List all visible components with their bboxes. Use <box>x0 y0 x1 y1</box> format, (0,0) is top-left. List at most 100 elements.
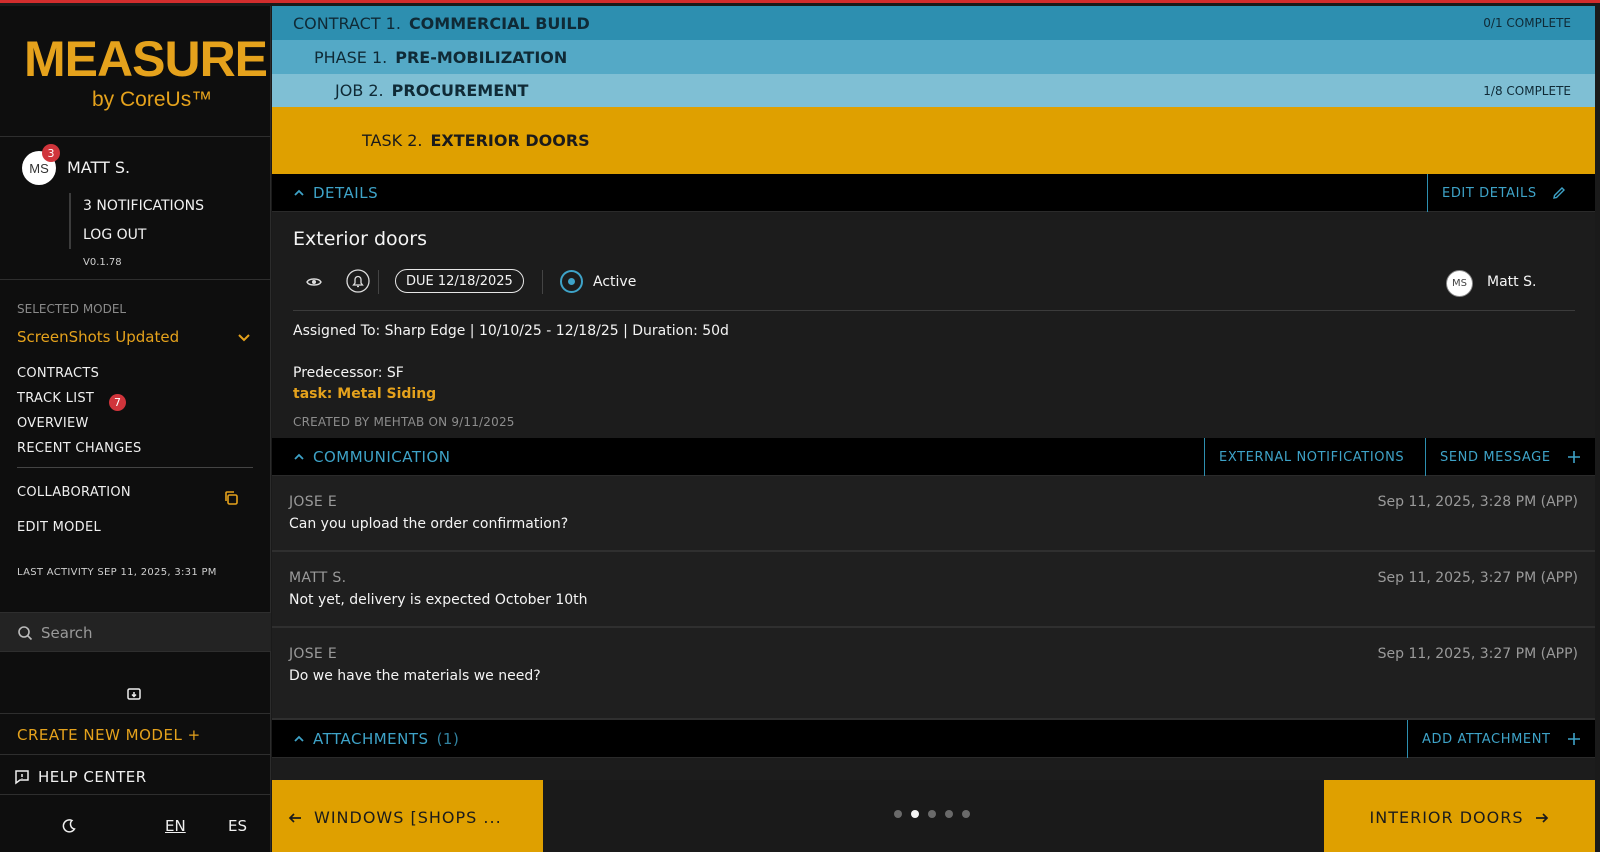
assignee-name: Matt S. <box>1487 274 1537 290</box>
export-icon[interactable] <box>126 686 142 702</box>
divider <box>0 713 271 714</box>
message-author: MATT S. <box>289 570 347 586</box>
pager-dot[interactable] <box>894 810 902 818</box>
add-attachment-button[interactable]: ADD ATTACHMENT <box>1407 720 1595 758</box>
last-activity: LAST ACTIVITY SEP 11, 2025, 3:31 PM <box>17 567 217 578</box>
nav-recent-changes[interactable]: RECENT CHANGES <box>17 441 142 456</box>
pager-dot-active[interactable] <box>911 810 919 818</box>
message-item[interactable]: MATT S. Sep 11, 2025, 3:27 PM (APP) Not … <box>272 552 1595 628</box>
previous-task-button[interactable]: WINDOWS [SHOPS ... <box>272 780 543 852</box>
next-task-button[interactable]: INTERIOR DOORS <box>1324 780 1595 852</box>
message-text: Not yet, delivery is expected October 10… <box>289 592 588 608</box>
edit-details-button[interactable]: EDIT DETAILS <box>1427 174 1595 212</box>
logo-byline: by CoreUs™ <box>92 88 213 111</box>
assigned-info: Assigned To: Sharp Edge | 10/10/25 - 12/… <box>293 323 729 339</box>
eye-icon[interactable] <box>306 274 322 290</box>
sidebar: MEASURE by CoreUs™ MS 3 MATT S. 3 NOTIFI… <box>0 6 271 852</box>
message-item[interactable]: JOSE E Sep 11, 2025, 3:27 PM (APP) Do we… <box>272 628 1595 720</box>
pager-dot[interactable] <box>928 810 936 818</box>
message-text: Do we have the materials we need? <box>289 668 541 684</box>
status-label: Active <box>593 274 637 290</box>
create-model-button[interactable]: CREATE NEW MODEL + <box>17 726 201 744</box>
chevron-up-icon <box>294 735 304 742</box>
nav-contracts[interactable]: CONTRACTS <box>17 366 99 381</box>
lang-es-button[interactable]: ES <box>228 817 247 835</box>
message-time: Sep 11, 2025, 3:27 PM (APP) <box>1377 646 1578 662</box>
attachments-toggle[interactable]: ATTACHMENTS (1) <box>293 730 459 748</box>
selected-model-value[interactable]: ScreenShots Updated <box>17 328 179 346</box>
nav-track-list[interactable]: TRACK LIST <box>17 391 94 406</box>
nav-collaboration[interactable]: COLLABORATION <box>17 485 131 500</box>
message-item[interactable]: JOSE E Sep 11, 2025, 3:28 PM (APP) Can y… <box>272 476 1595 552</box>
external-notifications-button[interactable]: EXTERNAL NOTIFICATIONS <box>1204 438 1425 476</box>
contract-status: 0/1 COMPLETE <box>1483 16 1571 30</box>
divider <box>542 270 543 294</box>
divider <box>0 794 271 795</box>
message-text: Can you upload the order confirmation? <box>289 516 569 532</box>
notification-badge: 3 <box>42 144 60 162</box>
next-task-label: INTERIOR DOORS <box>1369 808 1524 827</box>
nav-edit-model[interactable]: EDIT MODEL <box>17 520 101 535</box>
copy-icon[interactable] <box>223 490 239 506</box>
predecessor-task-link[interactable]: task: Metal Siding <box>293 386 436 402</box>
task-pager: WINDOWS [SHOPS ... INTERIOR DOORS <box>272 780 1595 852</box>
help-chat-icon <box>15 770 29 785</box>
details-toggle[interactable]: DETAILS <box>293 184 378 202</box>
logout-link[interactable]: LOG OUT <box>83 227 146 243</box>
breadcrumb-phase[interactable]: PHASE 1. PRE-MOBILIZATION <box>272 40 1595 74</box>
divider <box>0 279 271 280</box>
communication-toggle[interactable]: COMMUNICATION <box>293 448 450 466</box>
chevron-up-icon <box>294 453 304 460</box>
attachments-title: ATTACHMENTS <box>313 730 429 748</box>
app-window: MEASURE by CoreUs™ MS 3 MATT S. 3 NOTIFI… <box>0 0 1600 852</box>
search-icon <box>18 626 33 641</box>
moon-icon[interactable] <box>61 818 77 834</box>
add-attachment-label: ADD ATTACHMENT <box>1422 731 1551 747</box>
divider <box>0 136 271 137</box>
breadcrumb-task[interactable]: TASK 2. EXTERIOR DOORS <box>272 107 1595 174</box>
message-author: JOSE E <box>289 494 337 510</box>
pager-dot[interactable] <box>962 810 970 818</box>
divider <box>17 467 253 468</box>
search-box[interactable] <box>0 612 271 652</box>
measure-logo[interactable]: MEASURE by CoreUs™ <box>24 30 268 120</box>
pencil-icon <box>1552 187 1565 199</box>
breadcrumb-contract[interactable]: CONTRACT 1. COMMERCIAL BUILD 0/1 COMPLET… <box>272 6 1595 40</box>
pager-dots <box>894 810 970 818</box>
attachments-section-header: ATTACHMENTS (1) ADD ATTACHMENT <box>272 720 1595 758</box>
send-message-button[interactable]: SEND MESSAGE <box>1425 438 1595 476</box>
message-author: JOSE E <box>289 646 337 662</box>
arrow-right-icon <box>1536 812 1549 823</box>
contract-prefix: CONTRACT 1. <box>293 13 401 33</box>
send-message-label: SEND MESSAGE <box>1440 449 1551 465</box>
chevron-down-icon[interactable] <box>236 329 252 345</box>
phase-name: PRE-MOBILIZATION <box>395 47 568 67</box>
notifications-link[interactable]: 3 NOTIFICATIONS <box>83 198 204 214</box>
attachments-list <box>272 758 1595 780</box>
track-list-badge: 7 <box>109 394 126 411</box>
user-name[interactable]: MATT S. <box>67 158 130 177</box>
nav-overview[interactable]: OVERVIEW <box>17 416 89 431</box>
selected-model-label: SELECTED MODEL <box>17 302 127 316</box>
status-radio-icon[interactable] <box>560 270 583 293</box>
assignee-avatar: MS <box>1446 270 1473 297</box>
communication-title: COMMUNICATION <box>313 448 451 466</box>
version-label: V0.1.78 <box>83 257 122 268</box>
details-title: DETAILS <box>313 184 379 202</box>
edit-details-label: EDIT DETAILS <box>1442 185 1537 201</box>
divider <box>0 754 271 755</box>
task-name-header: EXTERIOR DOORS <box>430 131 590 150</box>
contract-name: COMMERCIAL BUILD <box>408 13 590 33</box>
breadcrumb-job[interactable]: JOB 2. PROCUREMENT 1/8 COMPLETE <box>272 74 1595 107</box>
external-notifications-label: EXTERNAL NOTIFICATIONS <box>1219 449 1405 465</box>
divider <box>293 310 1575 311</box>
lang-en-button[interactable]: EN <box>165 817 186 835</box>
previous-task-label: WINDOWS [SHOPS ... <box>314 808 502 827</box>
pager-dot[interactable] <box>945 810 953 818</box>
phase-prefix: PHASE 1. <box>314 47 388 67</box>
help-center-link[interactable]: HELP CENTER <box>38 768 147 786</box>
communication-section-header: COMMUNICATION EXTERNAL NOTIFICATIONS SEN… <box>272 438 1595 476</box>
search-input[interactable] <box>41 621 251 645</box>
due-date-badge[interactable]: DUE 12/18/2025 <box>395 269 524 293</box>
bell-icon[interactable] <box>346 269 370 293</box>
